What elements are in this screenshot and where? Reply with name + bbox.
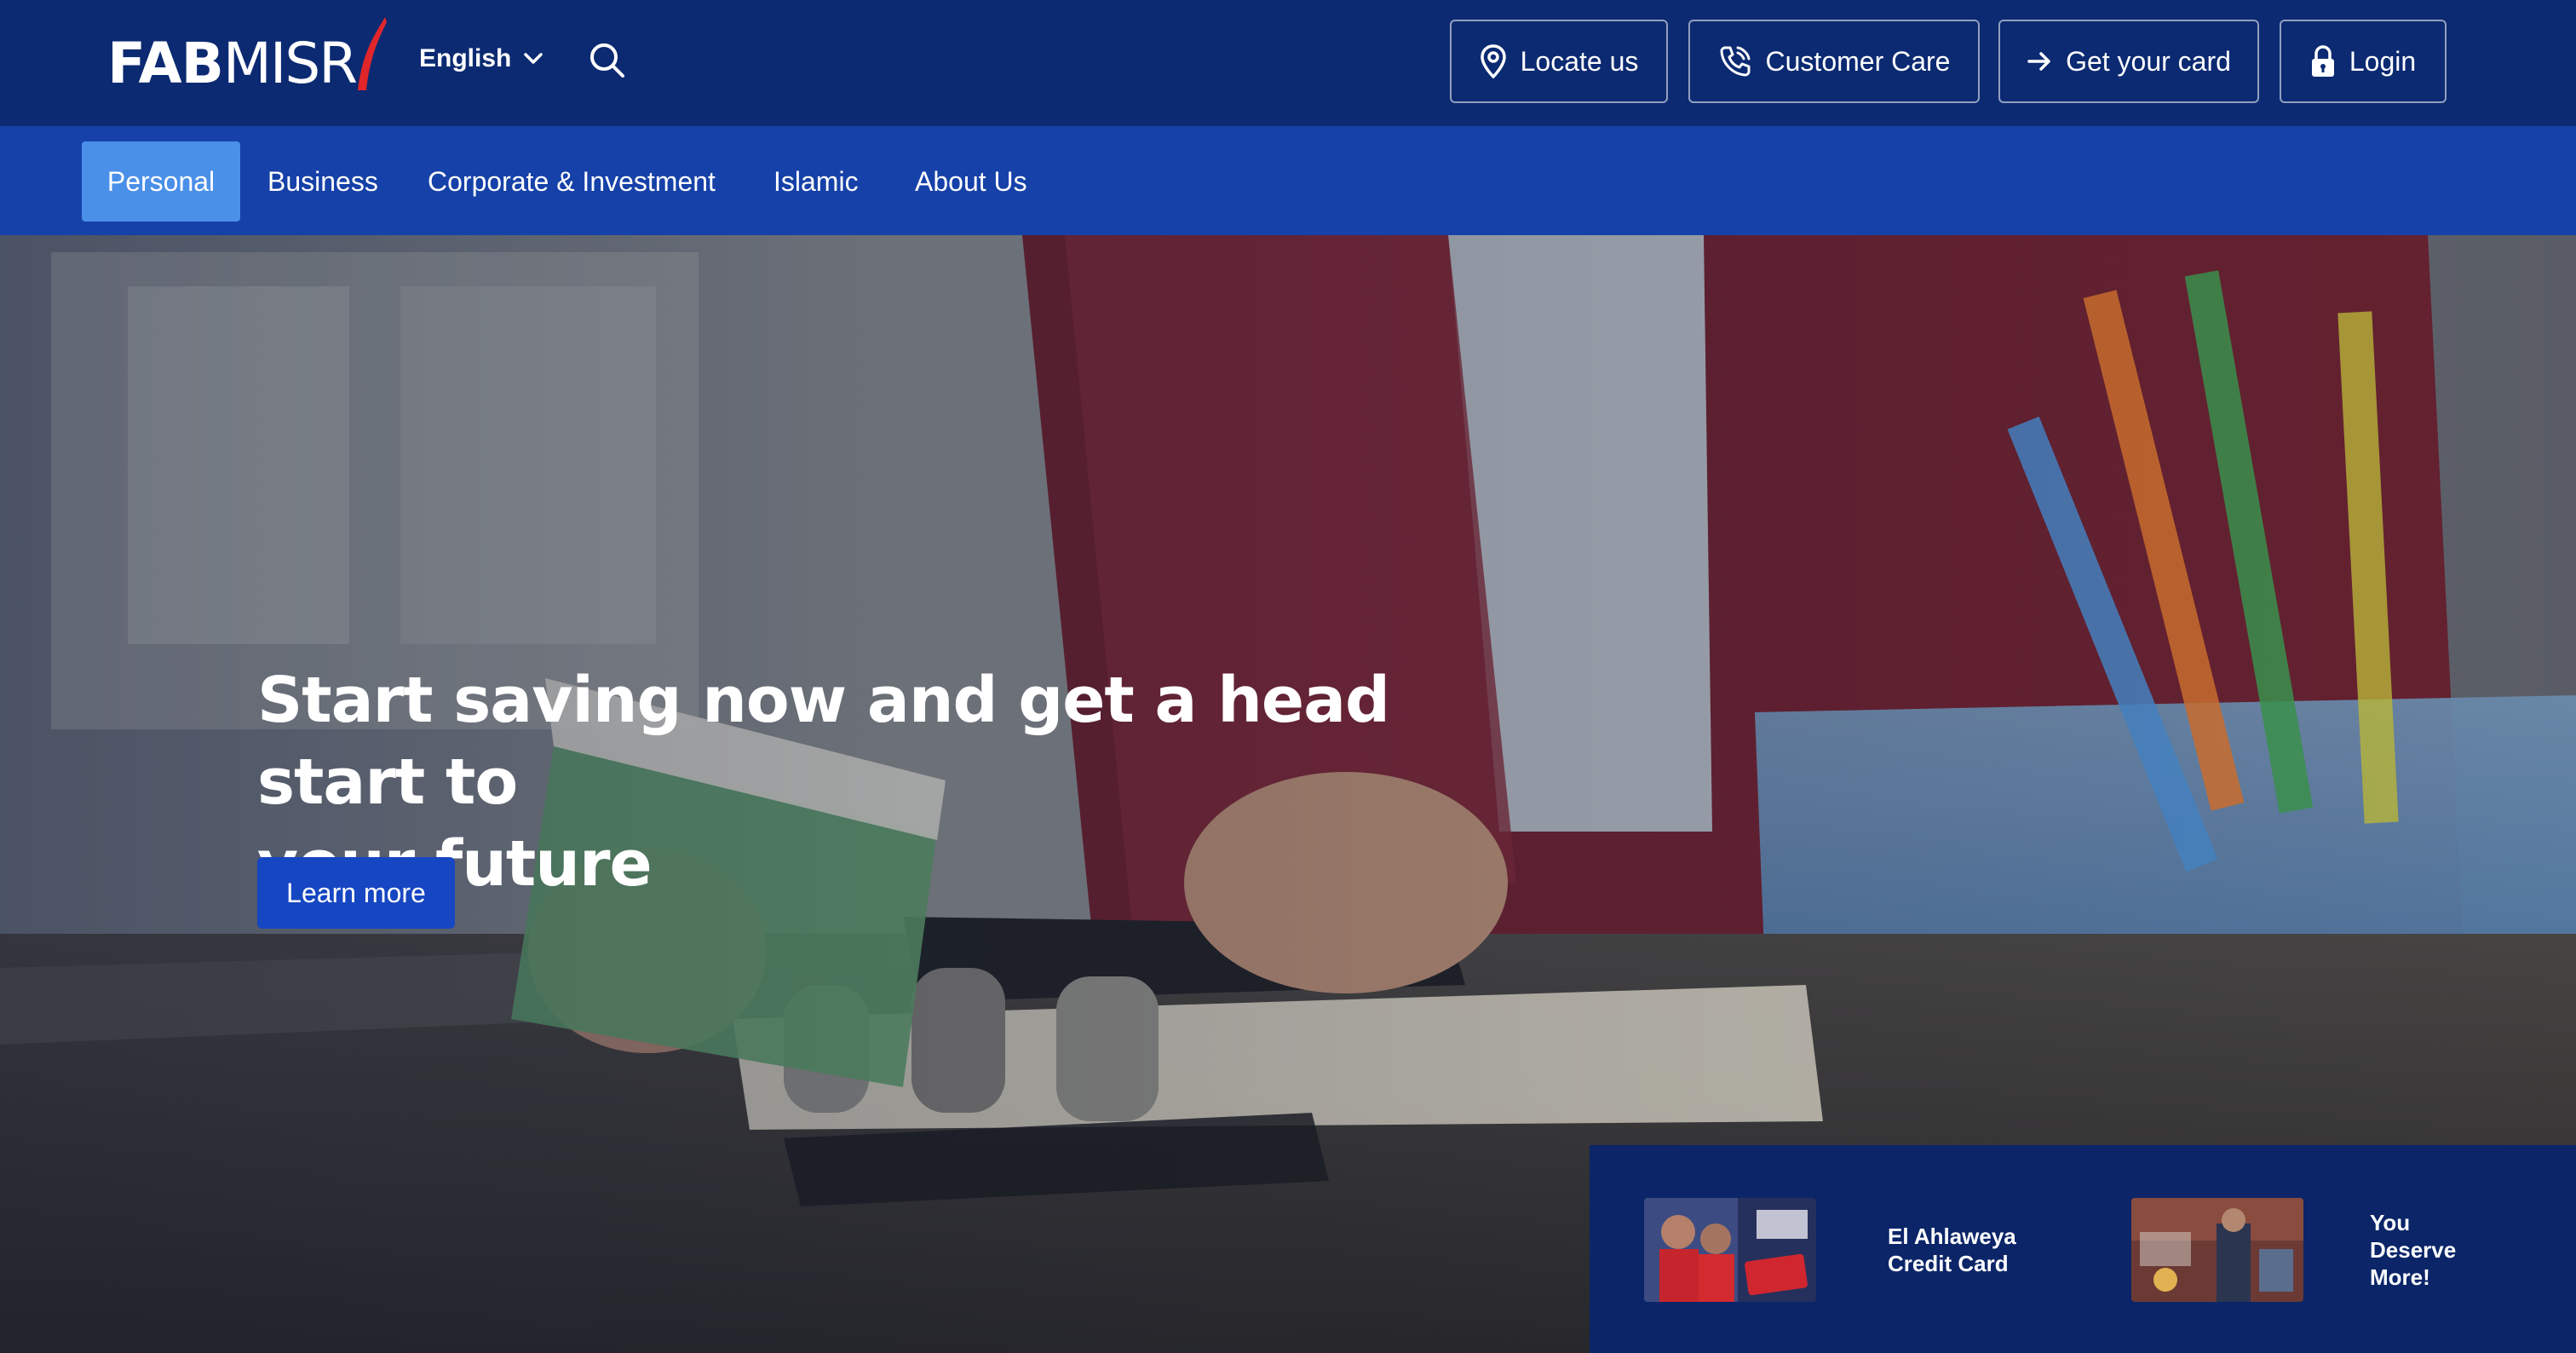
promo-ydm-line3: More! bbox=[2370, 1264, 2430, 1290]
nav-personal-label: Personal bbox=[106, 165, 216, 197]
main-nav: Personal Business Corporate & Investment… bbox=[0, 126, 2576, 235]
promo-text-ahlaweya: El Ahlaweya Credit Card bbox=[1888, 1223, 2016, 1277]
promo-ahlaweya-line2: Credit Card bbox=[1888, 1251, 2009, 1276]
get-your-card-button[interactable]: Get your card bbox=[1998, 20, 2259, 103]
search-icon bbox=[590, 43, 624, 78]
nav-business-label: Business bbox=[267, 165, 378, 197]
promo-thumb-ahlaweya bbox=[1644, 1198, 1816, 1302]
learn-more-button[interactable]: Learn more bbox=[257, 857, 455, 929]
logo-swoosh-icon bbox=[358, 17, 388, 90]
promo-thumb-you-deserve-more bbox=[2131, 1198, 2303, 1302]
get-your-card-label: Get your card bbox=[2066, 45, 2231, 77]
nav-business[interactable]: Business bbox=[240, 141, 405, 222]
fabmisr-logo[interactable]: FAB MISR bbox=[107, 17, 388, 106]
nav-islamic-label: Islamic bbox=[773, 165, 859, 197]
arrow-right-icon bbox=[2027, 52, 2050, 71]
promo-card-you-deserve-more[interactable]: You Deserve More! bbox=[2131, 1198, 2456, 1302]
customer-care-label: Customer Care bbox=[1765, 45, 1951, 77]
promo-ydm-line2: Deserve bbox=[2370, 1237, 2457, 1263]
promo-ydm-line1: You bbox=[2370, 1210, 2411, 1235]
login-button[interactable]: Login bbox=[2280, 20, 2447, 103]
promo-text-you-deserve-more: You Deserve More! bbox=[2370, 1209, 2456, 1291]
top-header: FAB MISR English Locate us Customer Care bbox=[0, 0, 2576, 126]
nav-corporate-investment[interactable]: Corporate & Investment bbox=[400, 141, 743, 222]
location-pin-icon bbox=[1480, 44, 1506, 78]
nav-about-us[interactable]: About Us bbox=[888, 141, 1055, 222]
you-deserve-more-image bbox=[2131, 1198, 2303, 1302]
search-button[interactable] bbox=[588, 41, 627, 80]
hero-title-line1: Start saving now and get a head start to bbox=[257, 664, 1390, 819]
nav-about-us-label: About Us bbox=[915, 165, 1027, 197]
nav-islamic[interactable]: Islamic bbox=[746, 141, 886, 222]
locate-us-label: Locate us bbox=[1520, 45, 1639, 77]
promo-strip: El Ahlaweya Credit Card You Deserve More… bbox=[1590, 1145, 2576, 1353]
login-label: Login bbox=[2349, 45, 2417, 77]
language-selector[interactable]: English bbox=[419, 44, 543, 73]
promo-ahlaweya-line1: El Ahlaweya bbox=[1888, 1223, 2016, 1249]
promo-card-ahlaweya[interactable]: El Ahlaweya Credit Card bbox=[1644, 1198, 2016, 1302]
logo-text-misr: MISR bbox=[222, 30, 358, 96]
ahlaweya-card-image bbox=[1644, 1198, 1816, 1302]
phone-icon bbox=[1720, 46, 1751, 77]
nav-corporate-investment-label: Corporate & Investment bbox=[428, 165, 716, 197]
locate-us-button[interactable]: Locate us bbox=[1450, 20, 1668, 103]
chevron-down-icon bbox=[524, 53, 543, 64]
nav-personal[interactable]: Personal bbox=[82, 141, 240, 222]
logo-text-fab: FAB bbox=[107, 30, 224, 96]
language-label: English bbox=[419, 44, 512, 72]
lock-icon bbox=[2311, 45, 2334, 77]
customer-care-button[interactable]: Customer Care bbox=[1688, 20, 1980, 103]
